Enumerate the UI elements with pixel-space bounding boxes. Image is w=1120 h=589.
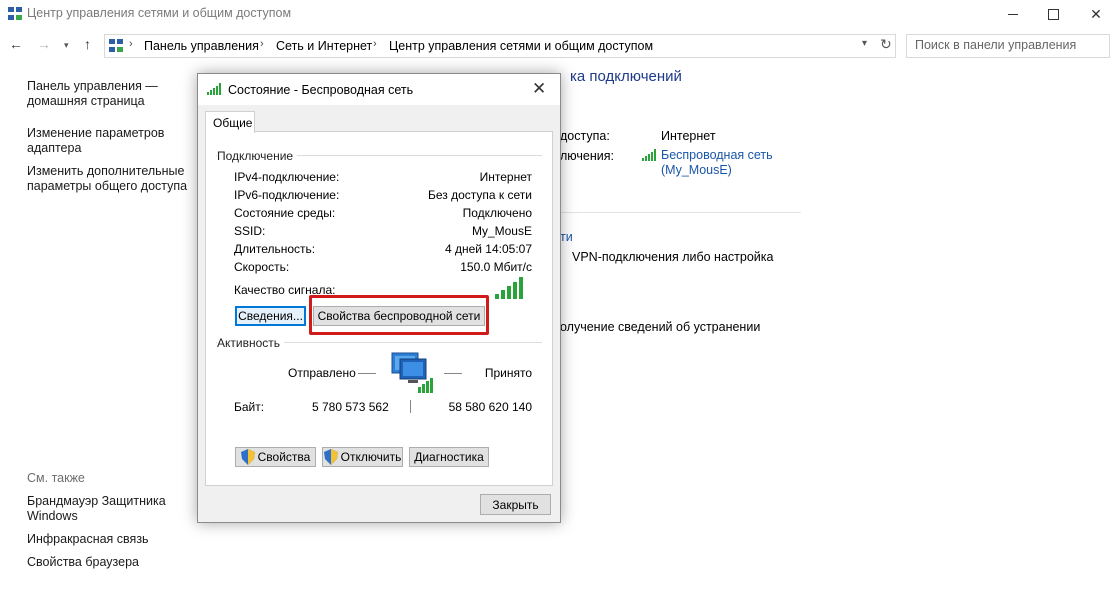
disable-button-label: Отключить [340,450,402,464]
dialog-title: Состояние - Беспроводная сеть [228,83,414,97]
duration-value: 4 дней 14:05:07 [444,242,532,256]
uac-shield-icon [240,449,255,465]
breadcrumb-network-center[interactable]: Центр управления сетями и общим доступом [389,39,653,53]
ipv6-value: Без доступа к сети [428,188,532,202]
bytes-received-value: 58 580 620 140 [448,400,532,414]
see-also-label: Инфракрасная связь [27,532,149,546]
see-also-label: Свойства браузера [27,555,139,569]
sidebar-link-label: Изменение параметров адаптера [27,126,165,155]
access-type-value: Интернет [661,129,716,143]
maximize-icon [1047,8,1059,20]
diagnose-button[interactable]: Диагностика [409,447,489,467]
speed-label: Скорость: [234,260,290,274]
search-input[interactable] [907,35,1110,55]
bytes-sent-value: 5 780 573 562 [312,400,389,414]
forward-arrow-icon[interactable]: → [37,36,51,52]
breadcrumb-network-internet[interactable]: Сеть и Интернет [276,39,372,53]
title-bar: Центр управления сетями и общим доступом… [0,0,1120,28]
close-button[interactable]: Закрыть [480,494,551,515]
speed-value: 150.0 Мбит/с [460,260,532,274]
media-state-label: Состояние среды: [234,206,336,220]
disable-button[interactable]: Отключить [322,447,403,467]
wireless-status-dialog: Состояние - Беспроводная сеть ✕ Подключе… [197,73,561,523]
connection-link[interactable]: Беспроводная сеть (My_MousE) [661,148,773,178]
sent-label: Отправлено [288,366,356,380]
ssid-label: SSID: [234,224,266,238]
recent-locations-chevron-icon[interactable]: ▾ [64,40,69,51]
see-also-heading: См. также [27,471,85,485]
bytes-label: Байт: [234,400,265,414]
connection-group-label: Подключение [217,149,298,163]
breadcrumb-separator-icon[interactable]: › [260,38,264,50]
search-box[interactable] [906,34,1110,58]
sidebar-link-home[interactable]: Панель управления — домашняя страница [27,79,158,109]
network-computers-icon [391,352,433,393]
back-arrow-icon[interactable]: ← [9,36,23,52]
up-arrow-icon[interactable]: ↑ [84,36,91,52]
see-also-firewall[interactable]: Брандмауэр Защитника Windows [27,494,166,524]
divider [560,212,801,213]
received-dash [444,373,462,374]
duration-label: Длительность: [234,242,316,256]
maximize-button[interactable] [1030,0,1076,28]
bytes-divider [410,400,411,413]
setup-connection-description: VPN-подключения либо настройка [572,250,774,264]
ipv4-value: Интернет [479,170,532,184]
see-also-label: Брандмауэр Защитника Windows [27,494,166,523]
connections-label: лючения: [560,149,614,163]
see-also-browser-properties[interactable]: Свойства браузера [27,555,139,570]
ssid-value: My_MousE [471,224,532,238]
main-heading: ка подключений [570,68,682,85]
dialog-title-bar: Состояние - Беспроводная сеть ✕ [198,74,560,105]
sidebar-link-adapter-settings[interactable]: Изменение параметров адаптера [27,126,164,156]
ipv4-label: IPv4-подключение: [234,170,340,184]
close-window-button[interactable]: ✕ [1073,0,1119,28]
minimize-icon [1008,13,1018,15]
breadcrumb-control-panel[interactable]: Панель управления [144,39,259,53]
uac-shield-icon [323,449,338,465]
breadcrumb-separator-icon[interactable]: › [129,38,133,50]
media-state-value: Подключено [462,206,532,220]
sidebar-link-advanced-sharing[interactable]: Изменить дополнительные параметры общего… [27,164,187,194]
annotation-highlight-box [309,295,489,335]
access-type-label: доступа: [560,129,610,143]
network-center-icon [8,7,22,20]
troubleshoot-description: олучение сведений об устранении [560,320,761,334]
control-panel-icon [109,39,123,52]
sent-dash [358,373,376,374]
activity-group-label: Активность [217,336,285,350]
details-button[interactable]: Сведения... [235,306,306,326]
wireless-signal-icon [207,83,221,95]
signal-strength-icon [495,277,523,299]
properties-button[interactable]: Свойства [235,447,316,467]
breadcrumb-separator-icon[interactable]: › [373,38,377,50]
address-dropdown-icon[interactable]: ▾ [862,38,867,49]
ipv6-label: IPv6-подключение: [234,188,340,202]
sidebar-link-label: Панель управления — домашняя страница [27,79,158,108]
close-icon: ✕ [1090,5,1102,22]
dialog-close-icon[interactable]: ✕ [532,79,546,99]
navigation-bar: ← → ▾ ↑ › Панель управления › Сеть и Инт… [0,32,1120,60]
address-bar[interactable]: › Панель управления › Сеть и Интернет › … [104,34,896,58]
setup-connection-link[interactable]: ти [560,230,573,245]
tab-general[interactable]: Общие [205,111,255,133]
sidebar-link-label: Изменить дополнительные параметры общего… [27,164,188,193]
see-also-infrared[interactable]: Инфракрасная связь [27,532,149,547]
properties-button-label: Свойства [257,450,311,464]
wireless-signal-icon [642,149,656,161]
tab-general-label: Общие [213,116,253,130]
received-label: Принято [484,366,532,380]
refresh-icon[interactable]: ↻ [880,36,892,53]
window-title: Центр управления сетями и общим доступом [27,6,292,20]
